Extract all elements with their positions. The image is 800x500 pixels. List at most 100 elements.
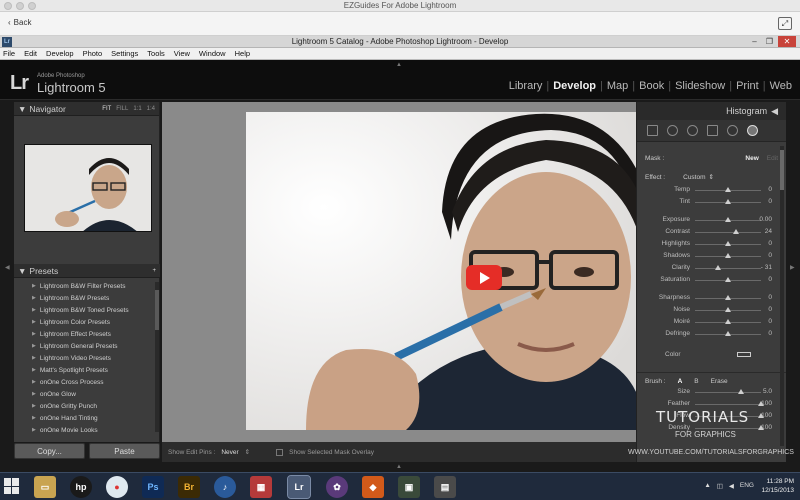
slider-knob[interactable] xyxy=(725,199,731,204)
navigator-preview[interactable] xyxy=(24,144,152,232)
slider-value[interactable]: 0 xyxy=(768,186,772,193)
brush-a-button[interactable]: A xyxy=(678,378,683,385)
hp-icon[interactable]: hp xyxy=(70,476,92,498)
slider-defringe[interactable]: Defringe 0 xyxy=(637,328,786,340)
minimize-icon[interactable]: – xyxy=(748,36,761,47)
slider-exposure[interactable]: Exposure 0.00 xyxy=(637,214,786,226)
slider-knob[interactable] xyxy=(732,229,739,234)
collapse-left-icon[interactable]: ◀ xyxy=(5,264,10,271)
photoshop-icon[interactable]: Ps xyxy=(142,476,164,498)
app-icon[interactable]: ▦ xyxy=(250,476,272,498)
effect-dropdown[interactable]: Custom xyxy=(683,174,705,181)
menu-item-photo[interactable]: Photo xyxy=(83,49,103,58)
menu-item-edit[interactable]: Edit xyxy=(24,49,37,58)
tray-arrow-icon[interactable]: ▲ xyxy=(704,482,710,490)
slider-highlights[interactable]: Highlights 0 xyxy=(637,238,786,250)
zoom-option-1-1[interactable]: 1:1 xyxy=(133,106,141,112)
slider-track[interactable] xyxy=(695,232,761,233)
slider-value[interactable]: 0 xyxy=(768,198,772,205)
slider-knob[interactable] xyxy=(725,217,731,222)
slider-track[interactable] xyxy=(695,404,761,405)
slider-tint[interactable]: Tint 0 xyxy=(637,196,786,208)
youtube-play-button[interactable] xyxy=(466,265,502,290)
collapse-top-icon[interactable]: ▲ xyxy=(396,62,402,68)
lightroom-taskbar-icon[interactable]: Lr xyxy=(287,475,311,499)
graduated-filter-icon[interactable] xyxy=(707,125,718,136)
slider-moir[interactable]: Moiré 0 xyxy=(637,316,786,328)
zoom-option-fill[interactable]: FILL xyxy=(116,106,128,112)
gallery-icon[interactable]: ▤ xyxy=(434,476,456,498)
slider-temp[interactable]: Temp 0 xyxy=(637,184,786,196)
module-library[interactable]: Library xyxy=(509,80,543,92)
preset-folder[interactable]: ▶ Lightroom Video Presets xyxy=(14,352,154,364)
slider-value[interactable]: 100 xyxy=(761,424,772,431)
slider-saturation[interactable]: Saturation 0 xyxy=(637,274,786,286)
module-web[interactable]: Web xyxy=(770,80,792,92)
slider-knob[interactable] xyxy=(725,187,731,192)
slider-value[interactable]: 100 xyxy=(761,400,772,407)
brush-b-button[interactable]: B xyxy=(694,378,698,385)
preset-folder[interactable]: ▶ onOne Gritty Punch xyxy=(14,400,154,412)
slider-knob[interactable] xyxy=(725,295,731,300)
slider-sharpness[interactable]: Sharpness 0 xyxy=(637,292,786,304)
file-explorer-icon[interactable]: ▭ xyxy=(34,476,56,498)
module-map[interactable]: Map xyxy=(607,80,628,92)
collapse-right-icon[interactable]: ▶ xyxy=(790,264,795,271)
presets-header[interactable]: ▼ Presets + xyxy=(14,264,160,278)
slider-clarity[interactable]: Clarity - 31 xyxy=(637,262,786,274)
image-viewer-icon[interactable]: ▣ xyxy=(398,476,420,498)
slider-knob[interactable] xyxy=(725,277,731,282)
bridge-icon[interactable]: Br xyxy=(178,476,200,498)
slider-value[interactable]: 100 xyxy=(761,412,772,419)
preset-folder[interactable]: ▶ Matt's Spotlight Presets xyxy=(14,364,154,376)
preset-folder[interactable]: ▶ Lightroom B&W Toned Presets xyxy=(14,304,154,316)
language-indicator[interactable]: ENG xyxy=(740,482,754,490)
radial-filter-icon[interactable] xyxy=(727,125,738,136)
slider-knob[interactable] xyxy=(738,389,745,394)
color-swatch[interactable] xyxy=(736,351,751,357)
picasa-icon[interactable]: ✿ xyxy=(326,476,348,498)
slider-value[interactable]: 0 xyxy=(768,294,772,301)
slider-size[interactable]: Size 5.0 xyxy=(637,386,786,398)
slider-value[interactable]: 0 xyxy=(768,276,772,283)
preset-folder[interactable]: ▶ onOne Glow xyxy=(14,388,154,400)
chevron-updown-icon[interactable]: ⇕ xyxy=(245,448,250,456)
preset-folder[interactable]: ▶ onOne Cross Process xyxy=(14,376,154,388)
module-print[interactable]: Print xyxy=(736,80,759,92)
preset-folder[interactable]: ▶ Lightroom Effect Presets xyxy=(14,328,154,340)
photo-canvas[interactable] xyxy=(162,102,636,442)
preset-folder[interactable]: ▶ Lightroom B&W Presets xyxy=(14,292,154,304)
brackets-icon[interactable]: ◆ xyxy=(362,476,384,498)
back-button[interactable]: ‹ Back xyxy=(8,18,31,27)
slider-knob[interactable] xyxy=(725,307,731,312)
system-clock[interactable]: 11:28 PM 12/15/2013 xyxy=(761,477,794,495)
fullscreen-icon[interactable]: ⤢ xyxy=(778,17,792,30)
slider-value[interactable]: 0 xyxy=(768,330,772,337)
chevron-down-icon[interactable]: ⇕ xyxy=(709,173,714,181)
maximize-icon[interactable]: ❐ xyxy=(763,36,776,47)
mask-new-button[interactable]: New xyxy=(745,155,758,162)
zoom-option-1-4[interactable]: 1:4 xyxy=(147,106,155,112)
brush-erase-button[interactable]: Erase xyxy=(711,378,728,385)
slider-knob[interactable] xyxy=(715,265,722,270)
photo-preview[interactable] xyxy=(246,112,636,430)
menu-item-help[interactable]: Help xyxy=(235,49,250,58)
red-eye-icon[interactable] xyxy=(687,125,698,136)
menu-item-window[interactable]: Window xyxy=(199,49,226,58)
mask-edit-button[interactable]: Edit xyxy=(767,155,778,162)
preset-folder[interactable]: ▶ Lightroom Color Presets xyxy=(14,316,154,328)
menu-item-develop[interactable]: Develop xyxy=(46,49,74,58)
windows-start-icon[interactable] xyxy=(4,478,20,494)
slider-value[interactable]: 0 xyxy=(768,252,772,259)
add-preset-icon[interactable]: + xyxy=(152,268,156,274)
volume-icon[interactable]: ◀ xyxy=(729,482,734,490)
network-icon[interactable]: ◫ xyxy=(717,482,723,490)
preset-folder[interactable]: ▶ Lightroom B&W Filter Presets xyxy=(14,280,154,292)
slider-contrast[interactable]: Contrast 24 xyxy=(637,226,786,238)
preset-folder[interactable]: ▶ Lightroom General Presets xyxy=(14,340,154,352)
slider-knob[interactable] xyxy=(725,319,731,324)
slider-value[interactable]: 0 xyxy=(768,240,772,247)
slider-knob[interactable] xyxy=(725,241,731,246)
zoom-option-fit[interactable]: FIT xyxy=(102,106,111,112)
slider-value[interactable]: 24 xyxy=(765,228,772,235)
